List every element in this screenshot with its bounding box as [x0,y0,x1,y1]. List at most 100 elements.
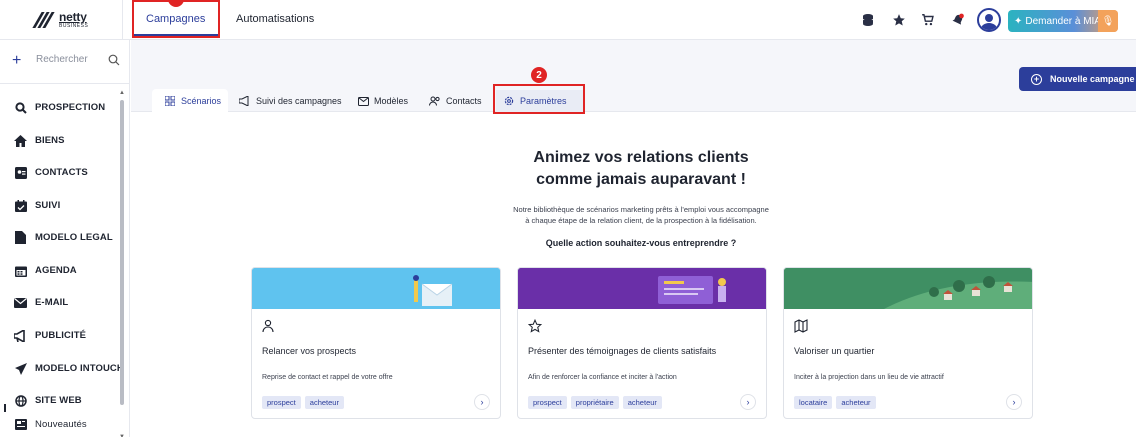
card-tags: locataire acheteur [794,396,876,409]
hero-desc-line1: Notre bibliothèque de scénarios marketin… [513,205,769,214]
calendar-icon [14,264,27,277]
logo-mark-icon [32,12,55,28]
search-icon[interactable] [108,54,120,66]
sidebar-item-label: PROSPECTION [35,102,106,113]
tab-label: Suivi des campagnes [256,96,342,106]
sidebar-item-biens[interactable]: BIENS [14,134,65,147]
main-content: Scénarios Suivi des campagnes Modèles Co… [131,40,1136,437]
star-icon[interactable] [891,12,907,28]
calendar-check-icon [14,199,27,212]
sidebar-item-label: Nouveautés [35,419,87,430]
sidebar-item-nouveautes[interactable]: Nouveautés [14,418,87,431]
tab-label: Scénarios [181,96,222,106]
card-title: Valoriser un quartier [794,346,875,356]
search-input[interactable] [36,54,104,65]
tab-scenarios[interactable]: Scénarios [164,95,221,107]
hero-title-line1: Animez vos relations clients [533,149,749,166]
sidebar-item-label: E-MAIL [35,297,69,308]
tag: prospect [262,396,301,409]
tab-automatisations[interactable]: Automatisations [236,13,314,25]
card-description: Reprise de contact et rappel de votre of… [262,374,393,381]
tag: acheteur [622,396,662,409]
user-avatar[interactable] [977,8,1001,32]
scenario-card-valoriser-quartier[interactable]: Valoriser un quartier Inciter à la proje… [783,267,1033,419]
sidebar-item-label: MODELO LEGAL [35,232,113,243]
search-icon [14,101,27,114]
scroll-up-icon[interactable]: ▲ [119,90,125,96]
logo-text: netty [59,10,87,24]
sidebar-item-prospection[interactable]: PROSPECTION [14,101,105,114]
mail-icon [357,95,369,107]
tag: prospect [528,396,567,409]
tab-label: Modèles [374,96,409,106]
sidebar-item-suivi[interactable]: SUIVI [14,199,60,212]
mail-icon [14,296,27,309]
sidebar-item-label: AGENDA [35,265,77,276]
sidebar-edge-marker [4,404,6,412]
sidebar-item-modelo-intouch[interactable]: MODELO INTOUCH [14,362,124,375]
new-campaign-label: Nouvelle campagne [1050,74,1135,84]
cart-icon[interactable] [920,12,936,28]
scenario-card-temoignages[interactable]: Présenter des témoignages de clients sat… [517,267,767,419]
annotation-badge-2: 2 [531,67,547,83]
hero-title-line2: comme jamais auparavant ! [536,171,746,188]
tab-modeles[interactable]: Modèles [357,95,408,107]
sidebar-item-modelo-legal[interactable]: MODELO LEGAL [14,231,113,244]
scenario-card-relancer-prospects[interactable]: Relancer vos prospects Reprise de contac… [251,267,501,419]
ask-mia-label: Demander à MIA [1025,15,1101,27]
netty-logo[interactable]: netty BUSINESS [32,10,88,30]
sidebar-item-label: BIENS [35,135,65,146]
annotation-box-2 [493,84,585,114]
microphone-icon[interactable]: 🎙 [1098,10,1118,32]
chevron-right-icon[interactable]: › [1006,394,1022,410]
chevron-right-icon[interactable]: › [474,394,490,410]
card-description: Inciter à la projection dans un lieu de … [794,374,944,381]
tab-contacts[interactable]: Contacts [429,95,482,107]
sidebar-scrollbar[interactable]: ▲ ▼ [119,90,125,437]
tag: acheteur [304,396,344,409]
sidebar-item-contacts[interactable]: CONTACTS [14,166,88,179]
ask-mia-button[interactable]: ✦ Demander à MIA 🎙 [1008,10,1118,32]
map-icon [794,319,808,333]
news-icon [14,418,27,431]
megaphone-icon [14,329,27,342]
star-icon [527,318,543,333]
sub-navigation-bar: Scénarios Suivi des campagnes Modèles Co… [131,40,1136,114]
contact-card-icon [14,166,27,179]
sidebar-item-site-web[interactable]: SITE WEB [14,394,82,407]
tab-label: Contacts [446,96,482,106]
chevron-right-icon[interactable]: › [740,394,756,410]
scrollbar-thumb[interactable] [120,100,124,405]
coins-icon[interactable] [860,12,876,28]
sidebar-item-agenda[interactable]: AGENDA [14,264,77,277]
sidebar-item-label: SITE WEB [35,395,82,406]
card-tags: prospect propriétaire acheteur [528,396,662,409]
top-divider [122,0,123,40]
sidebar-item-label: MODELO INTOUCH [35,363,124,374]
sidebar-item-publicite[interactable]: PUBLICITÉ [14,329,86,342]
top-bar: netty BUSINESS Campagnes Automatisations… [0,0,1136,40]
globe-icon [14,394,27,407]
card-tags: prospect acheteur [262,396,344,409]
app-root: netty BUSINESS Campagnes Automatisations… [0,0,1136,437]
hero-title: Animez vos relations clients comme jamai… [131,147,1136,191]
sidebar-search-row: + [0,40,130,84]
card-description: Afin de renforcer la confiance et incite… [528,374,677,381]
user-icon [262,319,276,333]
card-title: Présenter des témoignages de clients sat… [528,346,717,356]
card-banner-illustration [252,268,500,309]
sidebar-item-email[interactable]: E-MAIL [14,296,68,309]
send-icon [14,362,27,375]
notification-bell-icon[interactable] [950,12,966,28]
new-campaign-button[interactable]: + Nouvelle campagne [1019,67,1136,91]
megaphone-icon [239,95,251,107]
tab-suivi-campagnes[interactable]: Suivi des campagnes [239,95,342,107]
card-banner-illustration [518,268,766,309]
add-icon[interactable]: + [12,52,21,70]
add-circle-icon: + [1031,73,1042,85]
grid-icon [164,95,176,107]
tag: acheteur [836,396,876,409]
sidebar: + PROSPECTION BIENS CONTACTS SUIVI MODEL… [0,40,130,437]
hero-desc-line2: à chaque étape de la relation client, de… [525,216,757,225]
hero-description: Notre bibliothèque de scénarios marketin… [131,204,1136,226]
